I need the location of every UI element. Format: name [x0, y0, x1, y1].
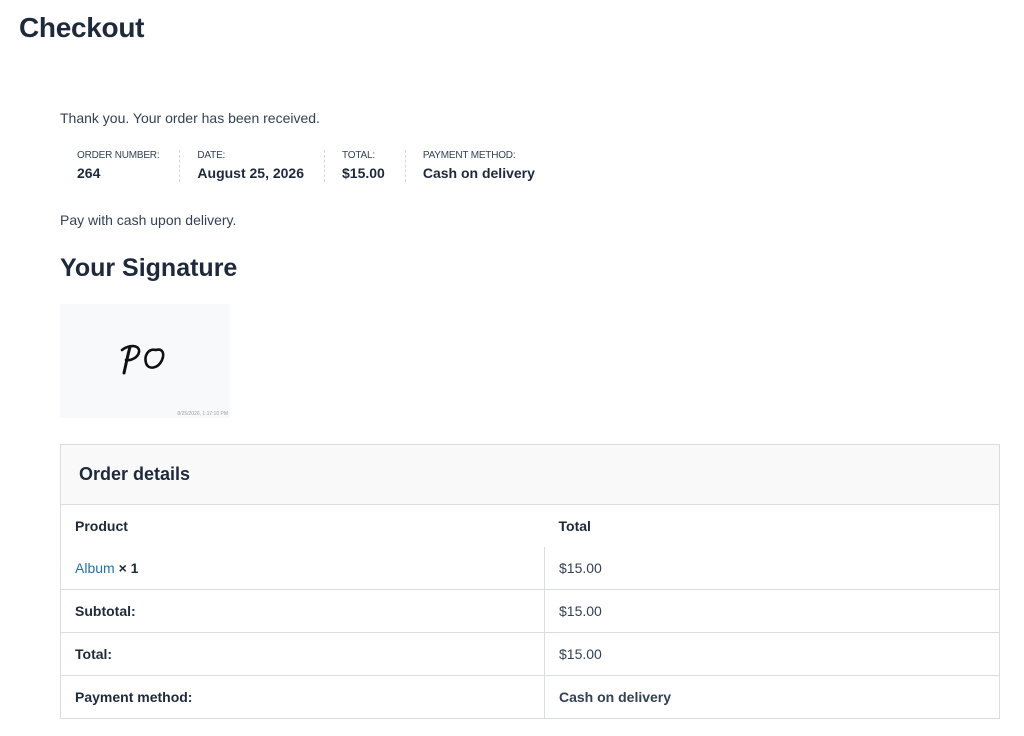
payment-method-row-label: Payment method:: [61, 675, 545, 718]
signature-heading: Your Signature: [60, 254, 238, 282]
total-label: TOTAL:: [342, 150, 375, 161]
column-header-total: Total: [558, 518, 591, 534]
overview-total: TOTAL: $15.00: [325, 150, 406, 182]
order-details-title: Order details: [79, 464, 191, 484]
order-number-value: 264: [77, 165, 101, 181]
handwritten-signature: [120, 344, 165, 375]
order-overview: ORDER NUMBER: 264 DATE: August 25, 2026 …: [60, 150, 555, 182]
order-details-table: Product Total Album × 1 $15.00 Subtotal:: [61, 505, 999, 718]
date-value: August 25, 2026: [197, 165, 305, 181]
total-row-label: Total:: [61, 632, 545, 676]
checkout-page: Checkout Thank you. Your order has been …: [0, 0, 1024, 736]
total-row-value: $15.00: [544, 632, 999, 676]
thank-you-message: Thank you. Your order has been received.: [60, 110, 320, 126]
payment-instructions: Pay with cash upon delivery.: [60, 212, 237, 228]
table-header-row: Product Total: [61, 505, 999, 547]
payment-method-value: Cash on delivery: [422, 165, 535, 181]
product-cell: Album × 1: [61, 547, 545, 590]
column-header-product: Product: [75, 518, 128, 534]
overview-date: DATE: August 25, 2026: [180, 150, 326, 182]
payment-method-row-value: Cash on delivery: [559, 689, 672, 705]
subtotal-value: $15.00: [544, 589, 999, 633]
order-details-header: Order details: [61, 445, 999, 505]
product-link-album[interactable]: Album: [75, 560, 115, 576]
signature-timestamp: 8/25/2026, 1:17:10 PM: [177, 411, 228, 417]
table-row: Payment method: Cash on delivery: [61, 675, 999, 718]
total-value: $15.00: [342, 165, 385, 181]
signature-image: 8/25/2026, 1:17:10 PM: [60, 304, 230, 418]
page-title: Checkout: [19, 12, 145, 43]
order-details: Order details Product Total Album × 1 $1…: [60, 444, 1000, 719]
overview-order-number: ORDER NUMBER: 264: [60, 150, 181, 182]
order-number-label: ORDER NUMBER:: [77, 150, 160, 161]
date-label: DATE:: [197, 150, 226, 161]
payment-method-label: PAYMENT METHOD:: [422, 150, 516, 161]
subtotal-label: Subtotal:: [61, 589, 545, 633]
table-row: Total: $15.00: [61, 632, 999, 676]
product-total-cell: $15.00: [544, 547, 999, 590]
table-row: Album × 1 $15.00: [61, 547, 999, 590]
product-quantity: × 1: [118, 560, 139, 576]
table-row: Subtotal: $15.00: [61, 589, 999, 633]
overview-payment-method: PAYMENT METHOD: Cash on delivery: [406, 150, 555, 182]
